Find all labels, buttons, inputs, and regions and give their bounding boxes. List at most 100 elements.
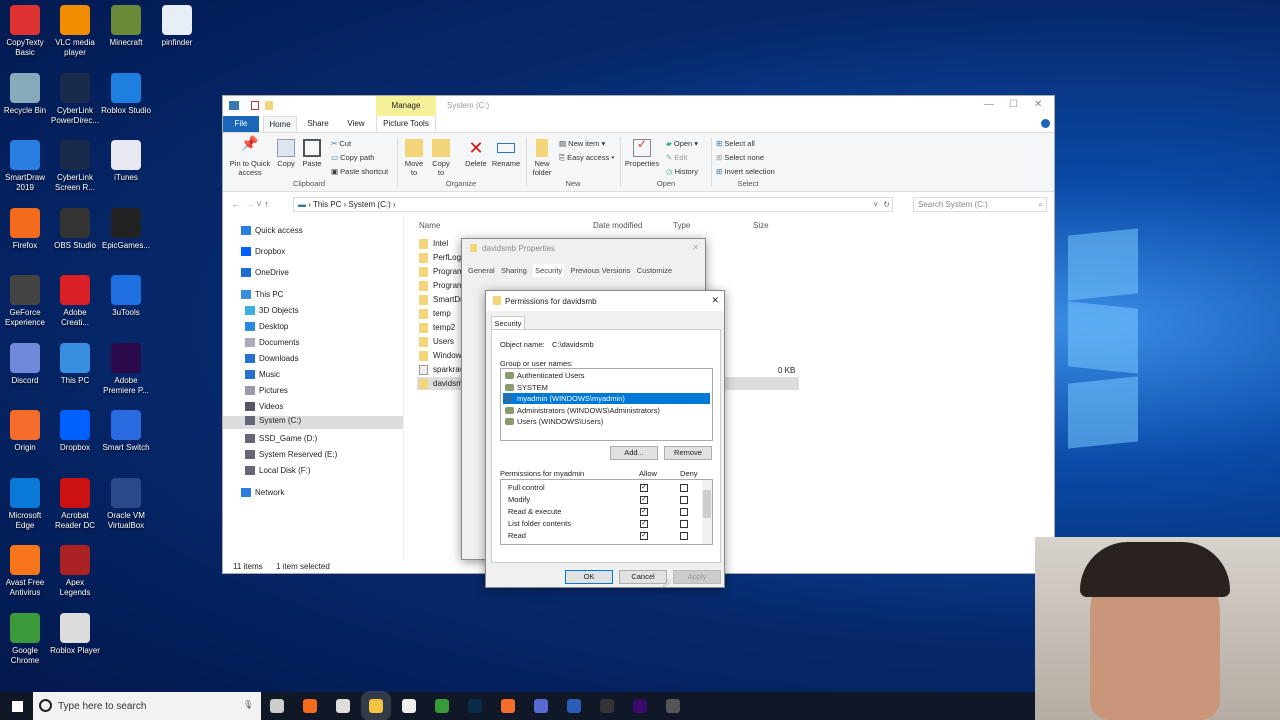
user-list-item[interactable]: SYSTEM: [503, 382, 710, 393]
obs-taskbar-icon[interactable]: [666, 699, 680, 713]
taskbar-search-box[interactable]: Type here to search 🎙: [33, 692, 261, 720]
desktop-icon[interactable]: iTunes: [101, 140, 151, 183]
invert-selection-button[interactable]: ⊞ Invert selection: [716, 167, 775, 176]
file-row[interactable]: Program: [419, 281, 464, 291]
nav-item[interactable]: Network: [241, 488, 284, 498]
deny-checkbox[interactable]: [680, 532, 688, 540]
quick-access-toolbar[interactable]: [229, 101, 279, 111]
desktop-icon[interactable]: Roblox Player: [50, 612, 100, 656]
desktop-icon[interactable]: Minecraft: [101, 5, 151, 48]
terminal-taskbar-icon[interactable]: [600, 699, 614, 713]
help-icon[interactable]: [1041, 119, 1050, 128]
apply-button[interactable]: Apply: [673, 570, 721, 584]
back-arrow-icon[interactable]: ←: [231, 199, 240, 209]
desktop-icon[interactable]: 3uTools: [101, 275, 151, 318]
deny-checkbox[interactable]: [680, 484, 688, 492]
allow-checkbox[interactable]: ✓: [640, 508, 648, 516]
file-row[interactable]: SmartDr: [419, 295, 463, 305]
easy-access-button[interactable]: ⎘ Easy access ▾: [559, 153, 614, 163]
user-list-item[interactable]: Administrators (WINDOWS\Administrators): [503, 405, 710, 416]
nav-item[interactable]: Videos: [245, 402, 283, 412]
copy-to-button[interactable]: Copy to: [430, 139, 452, 177]
deny-checkbox[interactable]: [680, 496, 688, 504]
copy-path-button[interactable]: ▭ Copy path: [331, 153, 374, 162]
chrome-taskbar-icon[interactable]: [435, 699, 449, 713]
nav-item[interactable]: System Reserved (E:): [245, 450, 337, 460]
desktop-icon[interactable]: Origin: [0, 410, 50, 453]
breadcrumb-system-c[interactable]: System (C:): [349, 200, 391, 209]
pin-quick-access-button[interactable]: 📌 Pin to Quick access: [227, 136, 273, 177]
refresh-icon[interactable]: ↻: [883, 198, 890, 211]
deny-checkbox[interactable]: [680, 520, 688, 528]
search-input[interactable]: Search System (C:) ⌕: [913, 197, 1047, 212]
desktop-icon[interactable]: EpicGames...: [101, 207, 151, 251]
tab-view[interactable]: View: [339, 116, 373, 132]
nav-item[interactable]: Dropbox: [241, 247, 285, 257]
windows-start-icon[interactable]: [12, 701, 23, 712]
history-button[interactable]: ◷ History: [666, 167, 698, 176]
manage-tab[interactable]: Manage: [376, 96, 436, 116]
desktop-icon[interactable]: Dropbox: [50, 410, 100, 453]
address-bar[interactable]: ▬ › This PC › System (C:) › ˅ ↻: [293, 197, 893, 212]
column-date-modified[interactable]: Date modified: [593, 221, 642, 230]
desktop-icon[interactable]: pinfinder: [152, 5, 202, 48]
allow-checkbox[interactable]: ✓: [640, 496, 648, 504]
desktop-icon[interactable]: Adobe Premiere P...: [101, 342, 151, 396]
desktop-icon[interactable]: Recycle Bin: [0, 72, 50, 116]
nav-item[interactable]: System (C:): [223, 416, 403, 429]
tab-previous-versions[interactable]: Previous Versions: [570, 266, 630, 275]
select-none-button[interactable]: ⊞ Select none: [716, 153, 764, 162]
file-row[interactable]: Intel: [419, 239, 448, 249]
desktop-icon[interactable]: Adobe Creati...: [50, 275, 100, 328]
desktop-icon[interactable]: CyberLink PowerDirec...: [50, 72, 100, 126]
rename-button[interactable]: Rename: [491, 139, 521, 168]
nav-item[interactable]: OneDrive: [241, 268, 289, 278]
tab-picture-tools[interactable]: Picture Tools: [376, 116, 436, 132]
desktop-icon[interactable]: Acrobat Reader DC: [50, 477, 100, 531]
nav-item[interactable]: Downloads: [245, 354, 299, 364]
deny-checkbox[interactable]: [680, 508, 688, 516]
desktop-icon[interactable]: Microsoft Edge: [0, 477, 50, 531]
desktop-icon[interactable]: Smart Switch: [101, 410, 151, 453]
desktop-icon[interactable]: CopyTexty Basic: [0, 5, 50, 58]
new-item-button[interactable]: ▤ New item ▾: [559, 139, 605, 148]
origin-taskbar-icon[interactable]: [501, 699, 515, 713]
move-to-button[interactable]: Move to: [403, 139, 425, 177]
close-button[interactable]: ✕: [692, 243, 699, 252]
tab-file[interactable]: File: [223, 116, 259, 132]
nav-item[interactable]: This PC: [241, 290, 283, 300]
tab-general[interactable]: General: [468, 266, 495, 275]
maximize-button[interactable]: ☐: [1009, 99, 1018, 110]
remove-button[interactable]: Remove: [664, 446, 712, 460]
tab-security[interactable]: Security: [533, 264, 565, 277]
file-row[interactable]: davidsm: [419, 379, 463, 389]
nav-item[interactable]: Pictures: [245, 386, 288, 396]
user-list-item[interactable]: Authenticated Users: [503, 370, 710, 381]
chevron-down-icon[interactable]: ˅: [873, 198, 878, 211]
nav-item[interactable]: 3D Objects: [245, 306, 299, 316]
allow-checkbox[interactable]: ✓: [640, 484, 648, 492]
column-name[interactable]: Name: [419, 221, 440, 230]
tab-sharing[interactable]: Sharing: [501, 266, 527, 275]
user-list[interactable]: Authenticated Users SYSTEM myadmin (WINDOW…: [500, 368, 713, 441]
desktop-icon[interactable]: Roblox Studio: [101, 72, 151, 116]
breadcrumb-this-pc[interactable]: This PC: [313, 200, 341, 209]
open-button[interactable]: ▰ Open ▾: [666, 139, 698, 148]
file-row[interactable]: PerfLogs: [419, 253, 465, 263]
desktop-icon[interactable]: Discord: [0, 342, 50, 386]
desktop-icon[interactable]: Apex Legends: [50, 545, 100, 598]
desktop-icon[interactable]: This PC: [50, 342, 100, 386]
tab-home[interactable]: Home: [263, 116, 297, 132]
folder-icon[interactable]: [265, 101, 273, 110]
desktop-icon[interactable]: Firefox: [0, 207, 50, 251]
recent-chevron-icon[interactable]: ˅: [257, 199, 262, 209]
close-button[interactable]: ✕: [1034, 99, 1042, 110]
tab-customize[interactable]: Customize: [637, 266, 672, 275]
desktop-icon[interactable]: GeForce Experience: [0, 275, 50, 328]
nav-item[interactable]: SSD_Game (D:): [245, 434, 317, 444]
file-row[interactable]: Program: [419, 267, 464, 277]
allow-checkbox[interactable]: ✓: [640, 532, 648, 540]
nav-item[interactable]: Desktop: [245, 322, 288, 332]
microphone-icon[interactable]: 🎙: [243, 700, 253, 709]
store-taskbar-icon[interactable]: [336, 699, 350, 713]
